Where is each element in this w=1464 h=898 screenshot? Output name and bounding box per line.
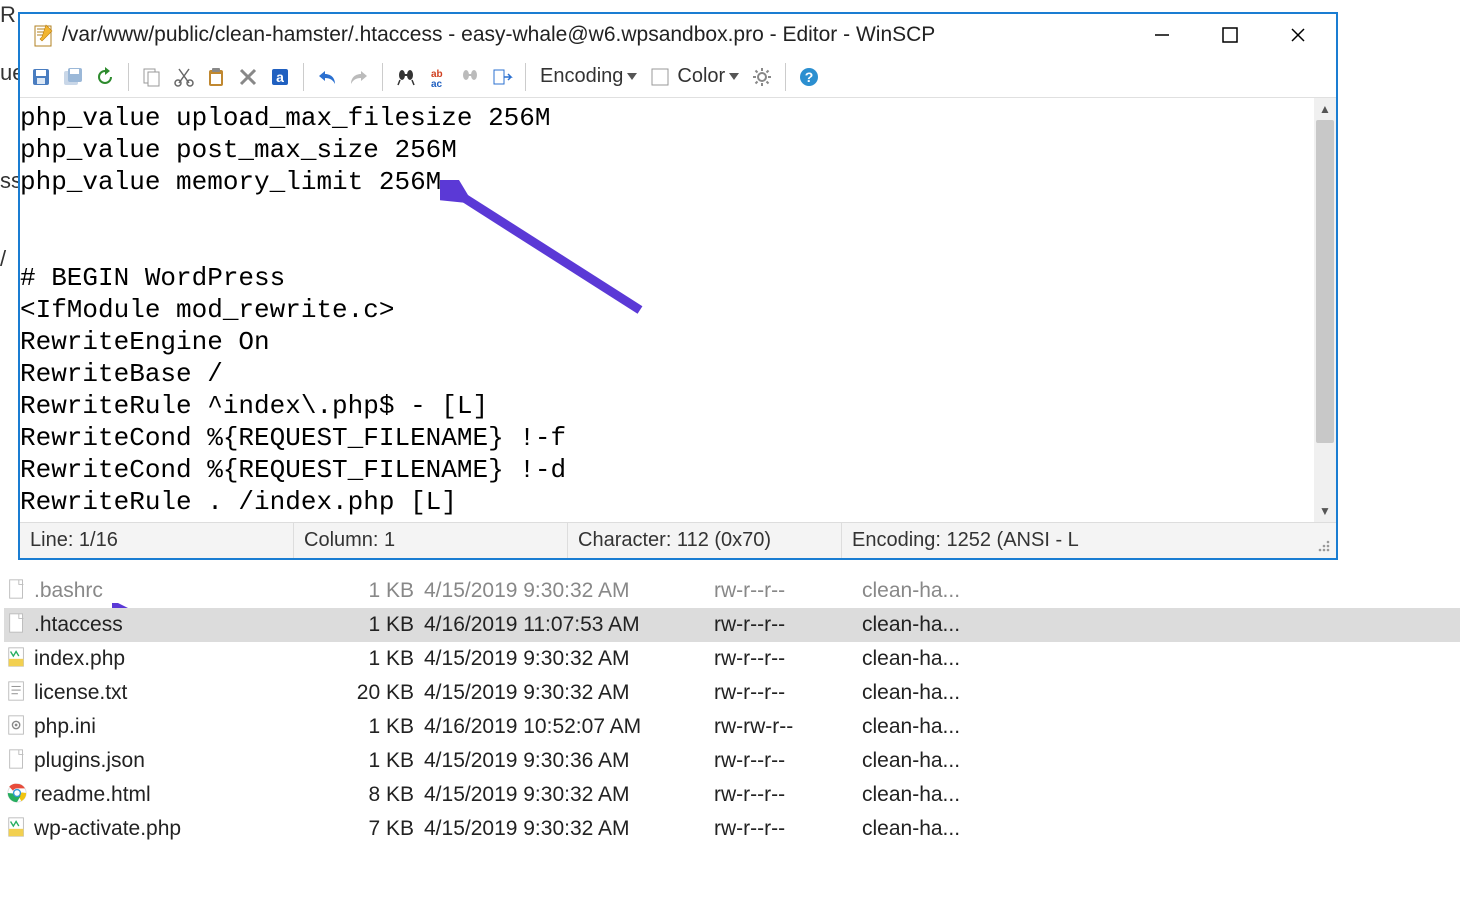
file-name: .bashrc: [34, 579, 103, 603]
file-owner: clean-ha...: [862, 715, 992, 739]
file-permissions: rw-r--r--: [714, 681, 862, 705]
file-icon: [6, 782, 28, 808]
titlebar: /var/www/public/clean-hamster/.htaccess …: [20, 14, 1336, 56]
file-date: 4/15/2019 9:30:32 AM: [424, 647, 714, 671]
scroll-thumb[interactable]: [1316, 120, 1334, 443]
file-permissions: rw-r--r--: [714, 749, 862, 773]
delete-button[interactable]: [233, 62, 263, 92]
file-icon: [6, 816, 28, 842]
file-permissions: rw-r--r--: [714, 783, 862, 807]
file-date: 4/15/2019 9:30:32 AM: [424, 783, 714, 807]
file-size: 1 KB: [354, 613, 424, 637]
redo-button[interactable]: [344, 62, 374, 92]
file-size: 1 KB: [354, 715, 424, 739]
encoding-label: Encoding: [540, 65, 623, 88]
encoding-dropdown[interactable]: Encoding: [534, 65, 643, 88]
save-button[interactable]: [26, 62, 56, 92]
undo-button[interactable]: [312, 62, 342, 92]
save-all-button[interactable]: [58, 62, 88, 92]
color-label: Color: [677, 65, 725, 88]
file-date: 4/15/2019 9:30:36 AM: [424, 749, 714, 773]
file-name: plugins.json: [34, 749, 145, 773]
find-button[interactable]: [391, 62, 421, 92]
file-name: .htaccess: [34, 613, 123, 637]
scroll-down-icon[interactable]: ▼: [1314, 500, 1336, 522]
scroll-up-icon[interactable]: ▲: [1314, 98, 1336, 120]
file-permissions: rw-r--r--: [714, 579, 862, 603]
file-row[interactable]: license.txt 20 KB4/15/2019 9:30:32 AMrw-r…: [4, 676, 1460, 710]
color-dropdown[interactable]: Color: [645, 65, 745, 88]
file-size: 7 KB: [354, 817, 424, 841]
status-encoding: Encoding: 1252 (ANSI - L: [842, 523, 1314, 558]
file-owner: clean-ha...: [862, 647, 992, 671]
file-icon: [6, 612, 28, 638]
help-button[interactable]: ?: [794, 62, 824, 92]
toolbar: a abac Encoding Color ?: [20, 56, 1336, 98]
file-size: 1 KB: [354, 647, 424, 671]
file-name: index.php: [34, 647, 125, 671]
svg-text:ac: ac: [431, 79, 443, 88]
file-owner: clean-ha...: [862, 783, 992, 807]
find-next-button[interactable]: [455, 62, 485, 92]
statusbar: Line: 1/16 Column: 1 Character: 112 (0x7…: [20, 522, 1336, 558]
file-permissions: rw-r--r--: [714, 817, 862, 841]
file-row[interactable]: .htaccess 1 KB4/16/2019 11:07:53 AMrw-r--…: [4, 608, 1460, 642]
file-icon: [6, 578, 28, 604]
file-owner: clean-ha...: [862, 817, 992, 841]
copy-button[interactable]: [137, 62, 167, 92]
file-row[interactable]: wp-activate.php 7 KB4/15/2019 9:30:32 AMr…: [4, 812, 1460, 846]
app-icon: [32, 23, 56, 47]
file-permissions: rw-r--r--: [714, 613, 862, 637]
file-owner: clean-ha...: [862, 681, 992, 705]
status-character: Character: 112 (0x70): [568, 523, 842, 558]
paste-button[interactable]: [201, 62, 231, 92]
minimize-button[interactable]: [1142, 19, 1182, 51]
file-row[interactable]: php.ini 1 KB4/16/2019 10:52:07 AMrw-rw-r-…: [4, 710, 1460, 744]
file-name: wp-activate.php: [34, 817, 181, 841]
file-row[interactable]: index.php 1 KB4/15/2019 9:30:32 AMrw-r--r…: [4, 642, 1460, 676]
file-row[interactable]: plugins.json 1 KB4/15/2019 9:30:36 AMrw-r…: [4, 744, 1460, 778]
file-permissions: rw-rw-r--: [714, 715, 862, 739]
reload-button[interactable]: [90, 62, 120, 92]
file-list: .bashrc1 KB4/15/2019 9:30:32 AMrw-r--r--…: [4, 574, 1460, 846]
file-size: 20 KB: [354, 681, 424, 705]
file-date: 4/16/2019 10:52:07 AM: [424, 715, 714, 739]
file-row[interactable]: readme.html 8 KB4/15/2019 9:30:32 AMrw-r-…: [4, 778, 1460, 812]
file-date: 4/16/2019 11:07:53 AM: [424, 613, 714, 637]
file-permissions: rw-r--r--: [714, 647, 862, 671]
close-button[interactable]: [1278, 19, 1318, 51]
file-name: readme.html: [34, 783, 151, 807]
file-icon: [6, 714, 28, 740]
replace-button[interactable]: abac: [423, 62, 453, 92]
file-size: 8 KB: [354, 783, 424, 807]
file-name: license.txt: [34, 681, 127, 705]
status-column: Column: 1: [294, 523, 568, 558]
file-owner: clean-ha...: [862, 579, 992, 603]
file-date: 4/15/2019 9:30:32 AM: [424, 817, 714, 841]
goto-button[interactable]: [487, 62, 517, 92]
file-name: php.ini: [34, 715, 96, 739]
editor-textarea[interactable]: php_value upload_max_filesize 256M php_v…: [20, 98, 1314, 522]
file-date: 4/15/2019 9:30:32 AM: [424, 579, 714, 603]
select-all-button[interactable]: a: [265, 62, 295, 92]
file-owner: clean-ha...: [862, 749, 992, 773]
file-icon: [6, 646, 28, 672]
file-icon: [6, 680, 28, 706]
window-title: /var/www/public/clean-hamster/.htaccess …: [62, 23, 1142, 47]
file-size: 1 KB: [354, 749, 424, 773]
file-size: 1 KB: [354, 579, 424, 603]
file-owner: clean-ha...: [862, 613, 992, 637]
settings-button[interactable]: [747, 62, 777, 92]
svg-text:?: ?: [805, 69, 814, 85]
file-date: 4/15/2019 9:30:32 AM: [424, 681, 714, 705]
file-icon: [6, 748, 28, 774]
status-line: Line: 1/16: [20, 523, 294, 558]
editor-window: /var/www/public/clean-hamster/.htaccess …: [18, 12, 1338, 560]
cut-button[interactable]: [169, 62, 199, 92]
file-row[interactable]: .bashrc 1 KB4/15/2019 9:30:32 AMrw-r--r--…: [4, 574, 1460, 608]
resize-grip-icon[interactable]: [1314, 536, 1332, 554]
vertical-scrollbar[interactable]: ▲ ▼: [1314, 98, 1336, 522]
maximize-button[interactable]: [1210, 19, 1250, 51]
svg-text:a: a: [276, 69, 284, 85]
